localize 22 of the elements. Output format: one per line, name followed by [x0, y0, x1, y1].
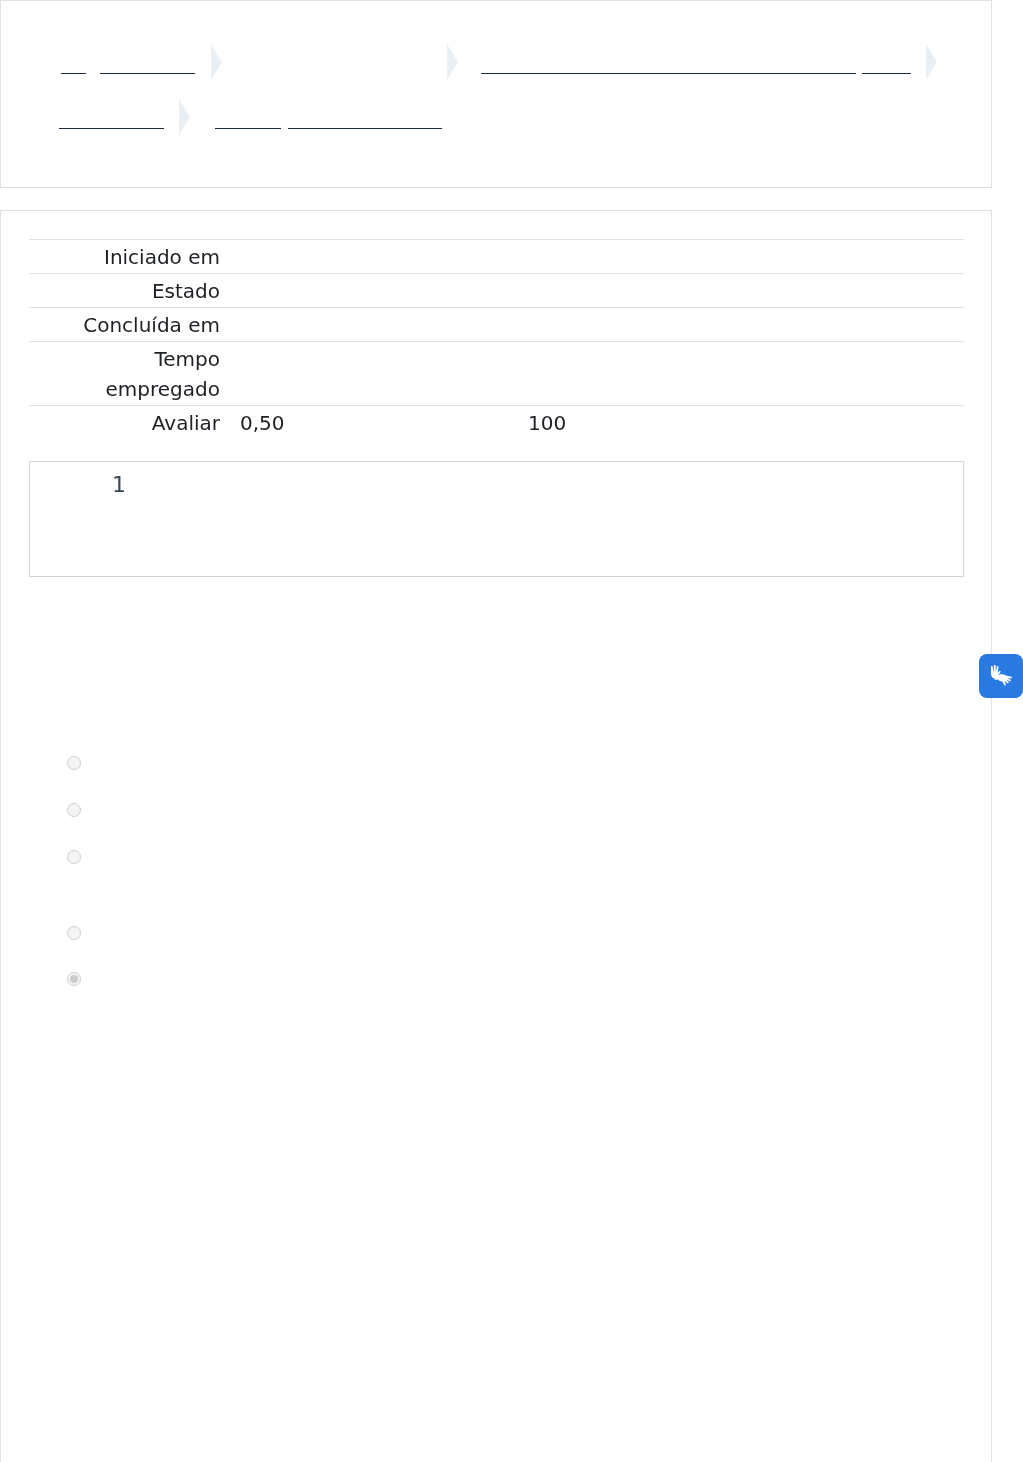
radio-button[interactable] [67, 803, 81, 817]
breadcrumb-link[interactable] [215, 128, 281, 129]
breadcrumb-link[interactable] [481, 73, 856, 74]
summary-value: 0,50 [240, 410, 286, 437]
breadcrumb-link[interactable] [862, 73, 911, 74]
radio-button[interactable] [67, 972, 81, 986]
question-number: 1 [112, 472, 126, 497]
summary-label: Tempo empregado [105, 347, 220, 401]
sign-language-hands-icon [988, 664, 1014, 688]
breadcrumb-link[interactable] [100, 73, 195, 74]
summary-label: Iniciado em [104, 245, 220, 269]
summary-label: Concluída em [83, 313, 220, 337]
radio-button[interactable] [67, 926, 81, 940]
breadcrumb-link[interactable] [61, 73, 86, 74]
radio-button[interactable] [67, 850, 81, 864]
breadcrumb-link[interactable] [59, 128, 164, 129]
summary-label: Avaliar [151, 411, 220, 435]
radio-button[interactable] [67, 756, 81, 770]
summary-value: 100 [528, 410, 567, 437]
accessibility-button[interactable] [979, 654, 1023, 698]
breadcrumb-link[interactable] [288, 128, 442, 129]
summary-label: Estado [151, 279, 220, 303]
